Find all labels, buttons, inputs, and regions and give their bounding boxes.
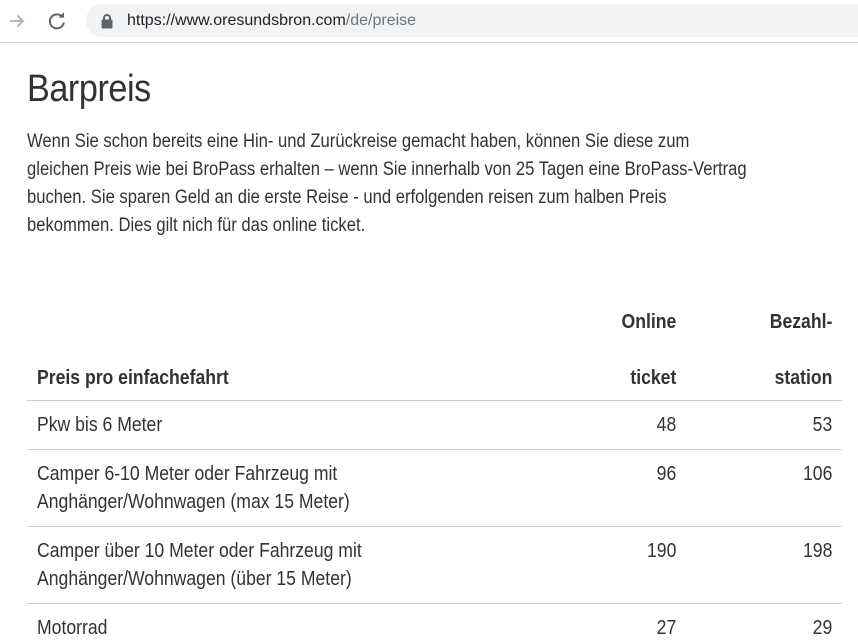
online-price: 96 bbox=[531, 449, 687, 527]
table-row: Motorrad 27 29 bbox=[27, 603, 842, 640]
online-price: 27 bbox=[531, 603, 687, 640]
station-price: 53 bbox=[686, 400, 842, 450]
table-row: Pkw bis 6 Meter 48 53 bbox=[27, 400, 842, 450]
intro-paragraph: Wenn Sie schon bereits eine Hin- und Zur… bbox=[27, 128, 850, 240]
reload-icon[interactable] bbox=[44, 8, 70, 34]
browser-toolbar: https://www.oresundsbron.com/de/preise bbox=[0, 0, 858, 43]
vehicle-type: Motorrad bbox=[27, 603, 532, 640]
page-title: Barpreis bbox=[27, 68, 151, 110]
online-price: 190 bbox=[531, 526, 687, 604]
table-row: Camper über 10 Meter oder Fahrzeug mit An… bbox=[27, 526, 842, 604]
url-path: /de/preise bbox=[345, 12, 417, 29]
address-bar[interactable]: https://www.oresundsbron.com/de/preise bbox=[86, 4, 858, 37]
online-price: 48 bbox=[531, 400, 687, 450]
lock-icon bbox=[101, 14, 113, 29]
vehicle-type: Camper über 10 Meter oder Fahrzeug mit An… bbox=[27, 526, 532, 604]
station-price: 29 bbox=[686, 603, 842, 640]
station-price: 106 bbox=[686, 449, 842, 527]
header-description: Preis pro einfachefahrt bbox=[27, 300, 532, 401]
forward-arrow-icon[interactable] bbox=[4, 8, 30, 34]
intro-line: gleichen Preis wie bei BroPass erhalten … bbox=[27, 159, 747, 180]
vehicle-type: Pkw bis 6 Meter bbox=[27, 400, 532, 450]
table-header-row: Preis pro einfachefahrt Online ticket Be… bbox=[27, 300, 842, 401]
vehicle-type: Camper 6-10 Meter oder Fahrzeug mit Anghä… bbox=[27, 449, 532, 527]
station-price: 198 bbox=[686, 526, 842, 604]
url-host: https://www.oresundsbron.com bbox=[127, 12, 346, 29]
intro-line: buchen. Sie sparen Geld an die erste Rei… bbox=[27, 187, 667, 208]
table-row: Camper 6-10 Meter oder Fahrzeug mit Anghä… bbox=[27, 449, 842, 527]
intro-line: Wenn Sie schon bereits eine Hin- und Zur… bbox=[27, 131, 690, 152]
header-online-ticket: Online ticket bbox=[531, 300, 687, 401]
header-payment-station: Bezahl- station bbox=[686, 300, 842, 401]
intro-line: bekommen. Dies gilt nich für das online … bbox=[27, 215, 366, 236]
url-text: https://www.oresundsbron.com/de/preise bbox=[127, 11, 416, 30]
price-table: Preis pro einfachefahrt Online ticket Be… bbox=[27, 300, 842, 640]
